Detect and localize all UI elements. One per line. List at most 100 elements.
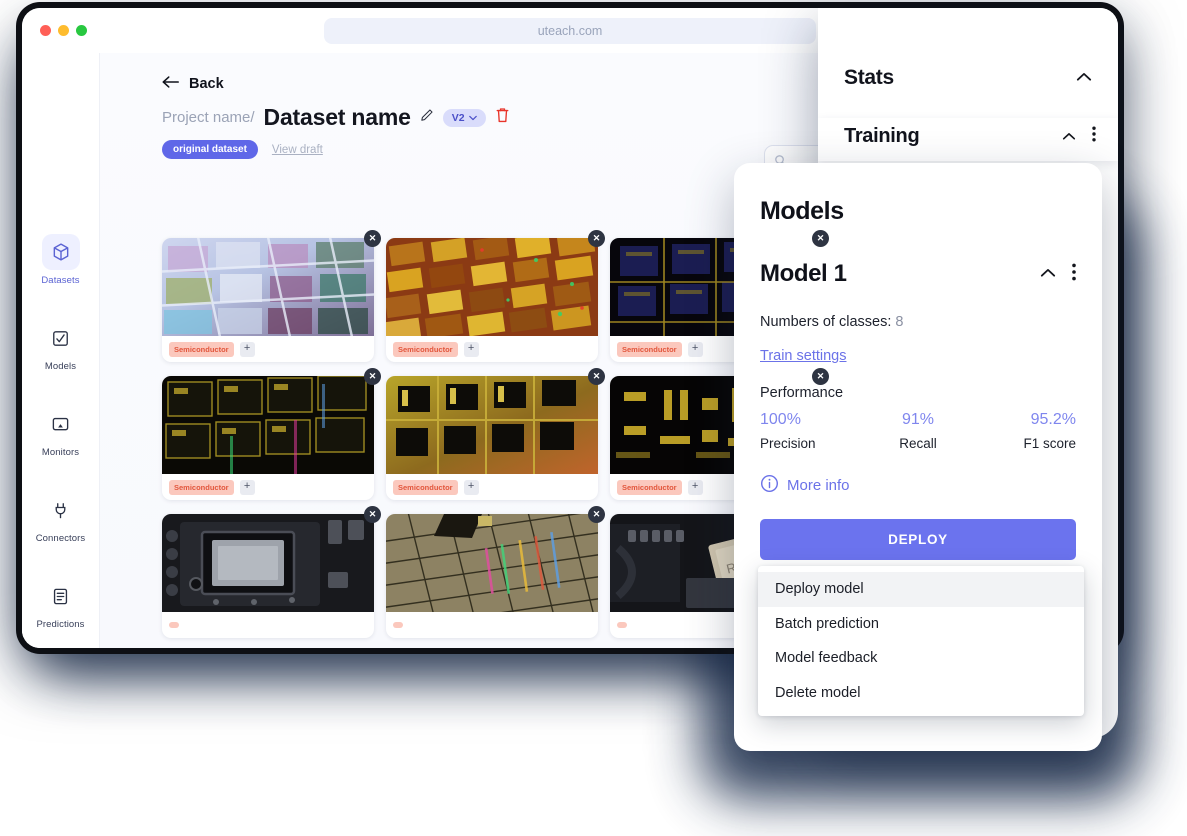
image-tag[interactable]: Semiconductor [617, 342, 682, 357]
dataset-card[interactable]: ✕ [386, 238, 598, 362]
sidebar-item-monitors[interactable]: Monitors [30, 400, 92, 464]
wafer-pastel-image [162, 238, 374, 336]
plug-icon [42, 492, 80, 528]
image-tag[interactable]: Semiconductor [169, 342, 234, 357]
menu-item-delete-model[interactable]: Delete model [758, 676, 1084, 711]
model-more-vertical-icon[interactable] [1072, 263, 1076, 286]
training-title: Training [844, 125, 919, 148]
dataset-card[interactable]: ✕ [162, 238, 374, 362]
training-header-actions [1062, 126, 1096, 147]
sidebar-label-connectors: Connectors [36, 533, 86, 544]
project-name[interactable]: Project name/ [162, 109, 255, 126]
add-tag-button[interactable]: + [688, 342, 703, 357]
monitor-icon [42, 406, 80, 442]
metric-value: 95.2% [971, 411, 1076, 429]
card-footer: Semiconductor + [162, 474, 374, 500]
dataset-card[interactable]: ✕ [162, 514, 374, 638]
remove-image-button[interactable]: ✕ [588, 230, 605, 247]
sidebar-item-datasets[interactable]: Datasets [30, 228, 92, 292]
menu-item-deploy-model[interactable]: Deploy model [758, 572, 1084, 607]
chevron-down-icon [469, 115, 477, 121]
deploy-button[interactable]: DEPLOY [760, 519, 1076, 560]
back-label: Back [189, 76, 224, 92]
traffic-lights [40, 25, 87, 36]
minimize-window-dot[interactable] [58, 25, 69, 36]
train-settings-link[interactable]: Train settings [760, 348, 1076, 364]
screenshot-stage: uteach.com Datasets [0, 0, 1187, 836]
version-label: V2 [452, 112, 465, 124]
card-footer [386, 612, 598, 638]
metric-precision: 100% Precision [760, 411, 865, 451]
add-tag-button[interactable]: + [688, 480, 703, 495]
remove-image-button[interactable]: ✕ [812, 368, 829, 385]
metric-label: Recall [865, 436, 970, 451]
classes-value: 8 [895, 314, 903, 330]
metric-label: F1 score [971, 436, 1076, 451]
card-footer [162, 612, 374, 638]
image-tag[interactable]: Semiconductor [617, 480, 682, 495]
sidebar-label-monitors: Monitors [42, 447, 79, 458]
model-header-actions [1040, 263, 1076, 286]
url-text: uteach.com [538, 24, 603, 38]
view-draft-link[interactable]: View draft [272, 144, 323, 156]
wafer-gold-image [386, 376, 598, 474]
cube-icon [42, 234, 80, 270]
pencil-icon[interactable] [420, 108, 434, 127]
page-title: Dataset name [264, 104, 411, 131]
sidebar-item-models[interactable]: Models [30, 314, 92, 378]
model-collapse-icon[interactable] [1040, 265, 1056, 283]
remove-image-button[interactable]: ✕ [812, 230, 829, 247]
image-tag[interactable]: Semiconductor [393, 342, 458, 357]
image-tag[interactable]: Semiconductor [393, 480, 458, 495]
metric-value: 100% [760, 411, 865, 429]
performance-metrics: 100% Precision 91% Recall 95.2% F1 score [760, 411, 1076, 451]
metric-recall: 91% Recall [865, 411, 970, 451]
add-tag-button[interactable]: + [464, 342, 479, 357]
stats-header: Stats [844, 66, 1092, 90]
training-collapse-icon[interactable] [1062, 128, 1076, 146]
stats-collapse-icon[interactable] [1076, 69, 1092, 87]
menu-item-model-feedback[interactable]: Model feedback [758, 641, 1084, 676]
add-tag-button[interactable]: + [240, 480, 255, 495]
classes-label: Numbers of classes: [760, 314, 891, 330]
model-header: Model 1 [760, 260, 1076, 288]
menu-item-batch-prediction[interactable]: Batch prediction [758, 607, 1084, 642]
dataset-thumbnail [162, 238, 374, 336]
dataset-card[interactable]: ✕ [386, 376, 598, 500]
image-tag[interactable]: Semiconductor [169, 480, 234, 495]
training-header: Training [818, 118, 1118, 161]
dataset-thumbnail [162, 376, 374, 474]
url-bar[interactable]: uteach.com [324, 18, 816, 44]
remove-image-button[interactable]: ✕ [364, 230, 381, 247]
dataset-card[interactable]: ✕ [162, 376, 374, 500]
more-info-link[interactable]: More info [760, 474, 1076, 497]
close-window-dot[interactable] [40, 25, 51, 36]
maximize-window-dot[interactable] [76, 25, 87, 36]
image-tag[interactable] [617, 622, 627, 628]
classes-row: Numbers of classes:8 [760, 314, 1076, 330]
trash-icon[interactable] [495, 107, 510, 128]
dataset-thumbnail [162, 514, 374, 612]
training-more-vertical-icon[interactable] [1092, 126, 1096, 147]
wafer-tan-image [386, 514, 598, 612]
sidebar-item-predictions[interactable]: Predictions [30, 572, 92, 636]
version-badge[interactable]: V2 [443, 109, 486, 127]
remove-image-button[interactable]: ✕ [364, 506, 381, 523]
add-tag-button[interactable]: + [464, 480, 479, 495]
remove-image-button[interactable]: ✕ [588, 368, 605, 385]
models-title: Models [760, 197, 1076, 226]
dataset-card[interactable]: ✕ [386, 514, 598, 638]
sidebar-item-connectors[interactable]: Connectors [30, 486, 92, 550]
image-tag[interactable] [393, 622, 403, 628]
sidebar-label-models: Models [45, 361, 76, 372]
dataset-thumbnail [386, 376, 598, 474]
wafer-orange-image [386, 238, 598, 336]
remove-image-button[interactable]: ✕ [364, 368, 381, 385]
wafer-darkgold-image [162, 376, 374, 474]
dataset-image-grid: ✕ [162, 238, 822, 638]
card-footer: Semiconductor + [386, 474, 598, 500]
add-tag-button[interactable]: + [240, 342, 255, 357]
dataset-thumbnail [386, 514, 598, 612]
remove-image-button[interactable]: ✕ [588, 506, 605, 523]
image-tag[interactable] [169, 622, 179, 628]
